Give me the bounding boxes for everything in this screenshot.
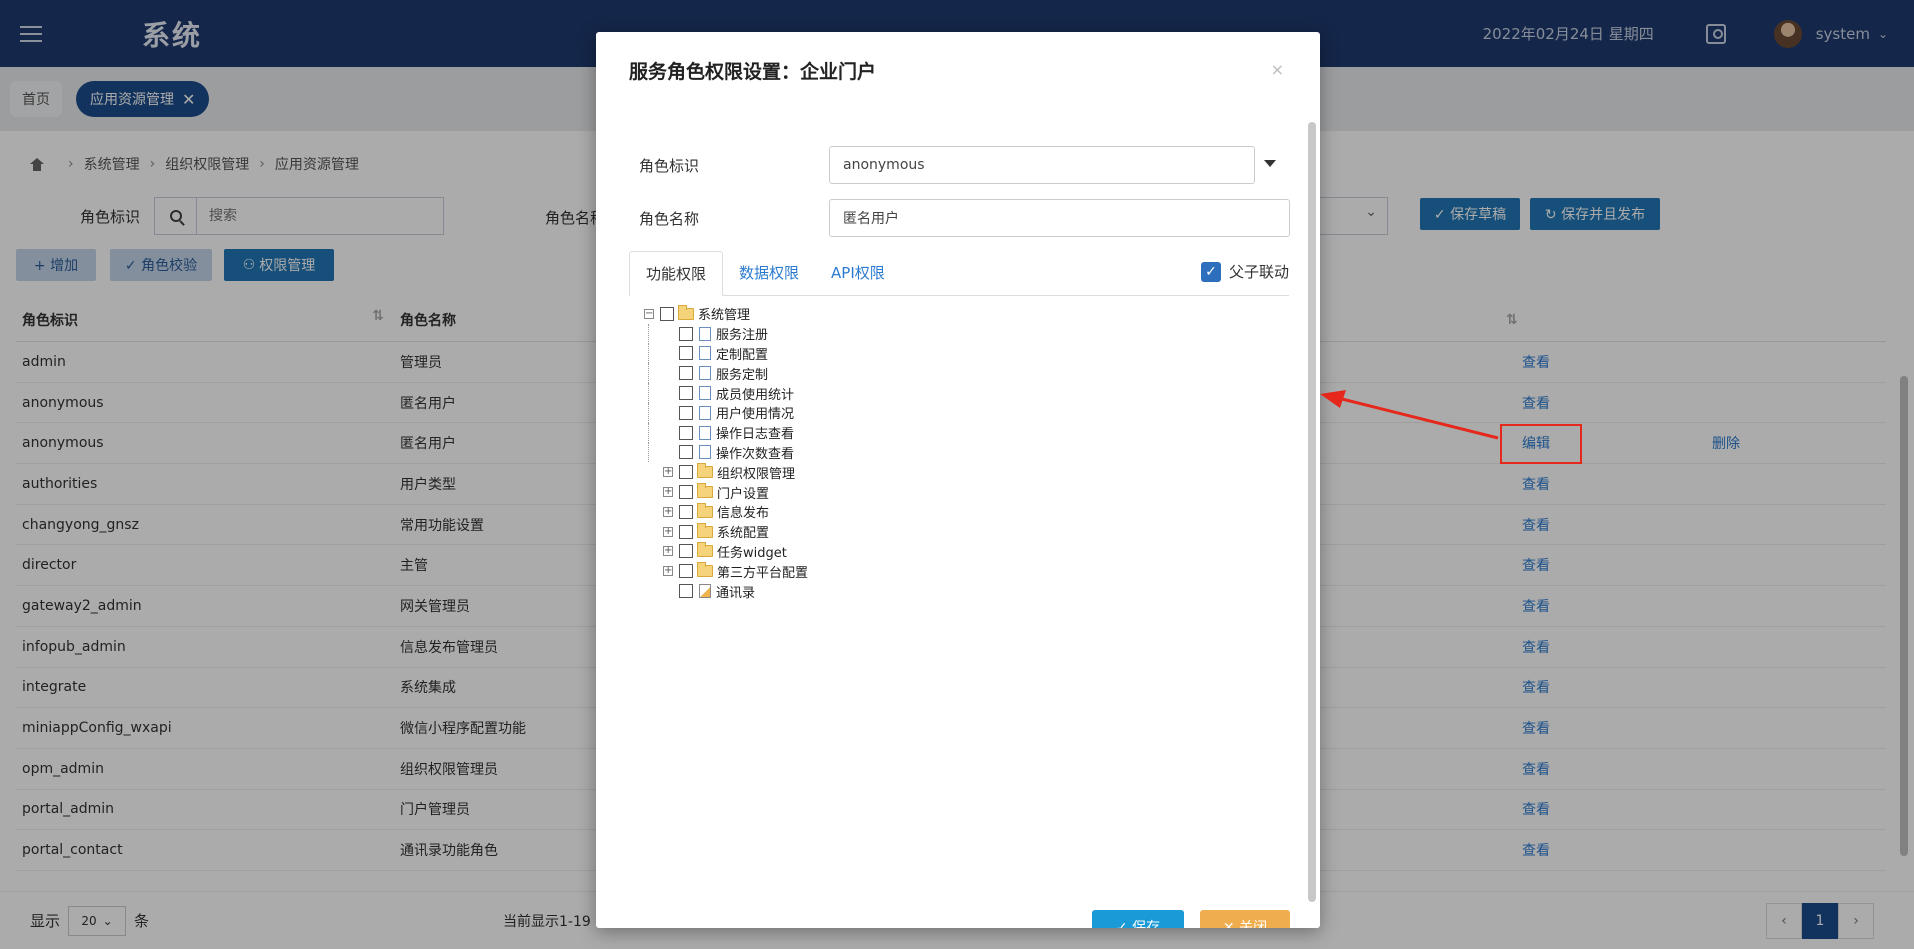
role-permission-dialog: 服务角色权限设置：企业门户 × 角色标识 anonymous 角色名称 匿名用户… [596,32,1320,928]
annotation-arrow-icon [1320,390,1499,440]
tree-node[interactable]: 操作日志查看 [644,422,808,443]
file-icon [699,346,711,361]
tree-node-label: 系统配置 [717,526,770,542]
checkbox[interactable] [679,405,693,420]
checkbox[interactable] [660,306,674,321]
cascade-toggle[interactable]: ✓ 父子联动 [1200,261,1289,282]
contact-book-icon [699,584,711,599]
tree-node-label: 操作次数查看 [716,446,795,462]
tab-function-permission[interactable]: 功能权限 [629,251,724,296]
tree-node-label: 服务注册 [716,328,769,344]
file-icon [699,445,711,460]
tree-node[interactable]: + 任务widget [644,542,808,562]
tree-node[interactable]: 服务注册 [644,323,808,344]
folder-icon [697,562,713,578]
file-icon [699,326,711,341]
role-name-field[interactable]: 匿名用户 [829,199,1290,237]
tree-node-label: 第三方平台配置 [717,565,809,581]
tree-node-label: 操作日志查看 [716,427,795,443]
cascade-label: 父子联动 [1228,263,1289,281]
tree-node[interactable]: − 系统管理 [644,304,808,324]
role-id-field[interactable]: anonymous [829,146,1255,184]
tree-node-label: 服务定制 [716,367,769,383]
close-button[interactable]: ✕ 关闭 [1200,910,1290,928]
tab-data-permission[interactable]: 数据权限 [723,250,815,295]
role-id-label: 角色标识 [639,156,700,175]
collapse-icon[interactable]: − [644,308,654,319]
tree-node-label: 组织权限管理 [717,466,796,482]
checkbox[interactable] [679,465,693,480]
role-id-row: 角色标识 anonymous [639,146,1276,184]
folder-icon [678,304,694,320]
tree-node[interactable]: + 第三方平台配置 [644,561,808,581]
checkbox[interactable] [679,564,693,579]
tree-node[interactable]: 服务定制 [644,363,808,384]
annotation-highlight [1500,424,1582,464]
permission-tree: − 系统管理服务注册定制配置服务定制成员使用统计 用户使用情况 操作日志查看 操作次数查… [644,304,808,601]
close-icon[interactable]: × [1271,60,1284,79]
expand-icon[interactable]: + [663,506,673,517]
tree-node-label: 通讯录 [716,585,756,601]
tree-node-label: 用户使用情况 [716,407,795,423]
checkbox[interactable] [679,445,693,460]
expand-icon[interactable]: + [663,467,673,478]
permission-tabs: 功能权限 数据权限 API权限 ✓ 父子联动 [629,251,1289,296]
checkbox[interactable] [679,346,693,361]
expand-icon[interactable]: + [663,566,673,577]
tab-api-permission[interactable]: API权限 [815,250,901,295]
tree-node-label: 信息发布 [717,506,770,522]
checkbox[interactable] [679,386,693,401]
folder-icon [697,463,713,479]
tree-node-label: 门户设置 [717,486,770,502]
tree-node[interactable]: 用户使用情况 [644,402,808,423]
tree-node[interactable]: + 系统配置 [644,522,808,542]
file-icon [699,405,711,420]
tree-node[interactable]: + 门户设置 [644,482,808,502]
tree-node[interactable]: 通讯录 [644,581,808,601]
tree-node[interactable]: + 组织权限管理 [644,462,808,482]
expand-icon[interactable]: + [663,487,673,498]
checkbox[interactable] [679,584,693,599]
folder-icon [697,542,713,558]
checkbox[interactable] [679,504,693,519]
role-name-row: 角色名称 匿名用户 [639,199,1290,237]
tree-node-label: 成员使用统计 [716,387,795,403]
tree-node[interactable]: 成员使用统计 [644,383,808,403]
tree-node-label: 任务widget [717,545,787,561]
folder-icon [697,483,713,499]
file-icon [699,386,711,401]
tree-node[interactable]: 定制配置 [644,343,808,364]
checkbox[interactable] [679,425,693,440]
folder-icon [697,502,713,518]
expand-icon[interactable]: + [663,546,673,557]
save-button[interactable]: ✓ 保存 [1092,910,1184,928]
dialog-scrollbar[interactable] [1308,122,1316,902]
file-icon [699,425,711,440]
checkbox[interactable] [679,485,693,500]
checkbox-checked-icon[interactable]: ✓ [1200,261,1221,282]
checkbox[interactable] [679,524,693,539]
tree-node-label: 系统管理 [698,308,751,324]
dialog-title: 服务角色权限设置：企业门户 [629,61,877,83]
tree-node[interactable]: 操作次数查看 [644,442,808,463]
checkbox[interactable] [679,366,693,381]
folder-icon [697,522,713,538]
tree-node-label: 定制配置 [716,347,769,363]
role-name-label: 角色名称 [639,209,700,228]
expand-icon[interactable]: + [663,526,673,537]
file-icon [699,366,711,381]
tree-node[interactable]: + 信息发布 [644,502,808,522]
checkbox[interactable] [679,326,693,341]
checkbox[interactable] [679,544,693,559]
dropdown-caret-icon[interactable] [1264,160,1276,167]
